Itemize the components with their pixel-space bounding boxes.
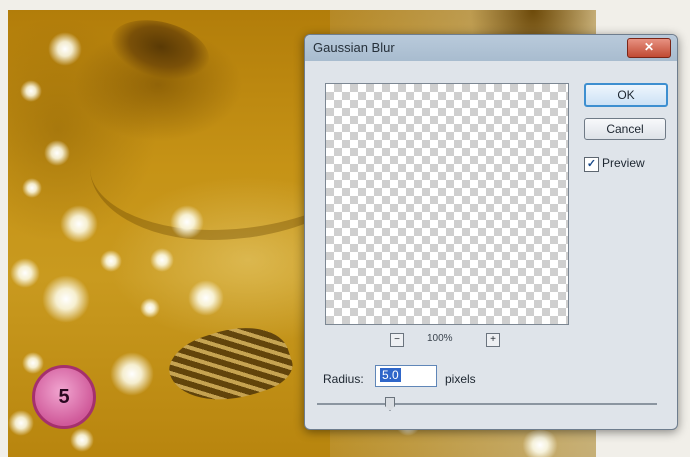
sparkle [8, 410, 34, 436]
sparkle [188, 280, 224, 316]
sparkle [42, 275, 90, 323]
checkmark-icon: ✓ [586, 158, 597, 170]
gaussian-blur-dialog: Gaussian Blur ✕ − 100% + OK Cancel ✓ Pre… [304, 34, 678, 430]
step-number-badge: 5 [32, 365, 96, 429]
radius-label: Radius: [323, 372, 364, 386]
sparkle [170, 205, 204, 239]
zoom-level: 100% [427, 333, 453, 344]
close-button[interactable]: ✕ [627, 38, 671, 58]
sparkle [20, 80, 42, 102]
preview-checkbox[interactable]: ✓ [584, 157, 599, 172]
sparkle [110, 352, 154, 396]
sparkle [100, 250, 122, 272]
radius-value-selected: 5.0 [380, 368, 401, 382]
preview-area[interactable] [325, 83, 569, 325]
sparkle [44, 140, 70, 166]
zoom-in-icon: + [490, 334, 496, 345]
sparkle [22, 352, 44, 374]
sparkle [10, 258, 40, 288]
preview-label: Preview [602, 156, 645, 170]
sparkle [22, 178, 42, 198]
ok-button[interactable]: OK [584, 83, 668, 107]
close-icon: ✕ [643, 40, 655, 54]
screenshot: 5 Gaussian Blur ✕ − 100% + OK Cancel ✓ P… [0, 0, 690, 457]
sparkle [520, 430, 560, 457]
zoom-out-icon: − [394, 334, 400, 345]
cancel-button[interactable]: Cancel [584, 118, 666, 140]
zoom-out-button[interactable]: − [390, 333, 404, 347]
sparkle [48, 32, 82, 66]
sparkle [150, 248, 174, 272]
radius-slider-thumb[interactable] [385, 397, 395, 411]
sparkle [60, 205, 98, 243]
dialog-titlebar[interactable]: Gaussian Blur ✕ [305, 35, 677, 61]
radius-input[interactable]: 5.0 [375, 365, 437, 387]
dialog-title: Gaussian Blur [313, 40, 395, 55]
zoom-in-button[interactable]: + [486, 333, 500, 347]
radius-slider-track[interactable] [317, 403, 657, 405]
sparkle [70, 428, 94, 452]
sparkle [140, 298, 160, 318]
radius-unit-label: pixels [445, 372, 476, 386]
